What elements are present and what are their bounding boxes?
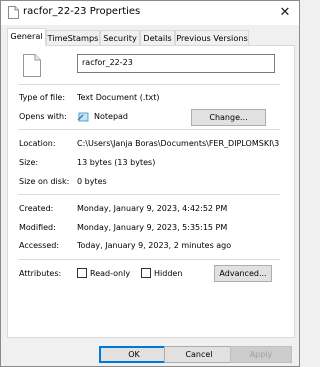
close-button[interactable]: ✕ <box>277 5 293 21</box>
file-name-input[interactable]: racfor_22-23 <box>77 54 275 73</box>
separator <box>18 84 280 85</box>
size-on-disk-label: Size on disk: <box>19 177 70 186</box>
change-button[interactable]: Change... <box>191 109 266 126</box>
opens-with-label: Opens with: <box>19 112 67 121</box>
size-value: 13 bytes (13 bytes) <box>77 158 156 167</box>
attributes-label: Attributes: <box>19 269 62 278</box>
tab-general[interactable]: General <box>7 28 46 46</box>
modified-label: Modified: <box>19 223 56 232</box>
accessed-value: Today, January 9, 2023, 2 minutes ago <box>77 241 232 250</box>
tab-previous-versions[interactable]: Previous Versions <box>175 30 249 45</box>
location-value: C:\Users\Janja Boras\Documents\FER_DIPLO… <box>77 139 280 148</box>
tab-strip: General TimeStamps Security Details Prev… <box>7 28 295 46</box>
hidden-label: Hidden <box>154 269 183 278</box>
size-label: Size: <box>19 158 39 167</box>
text-file-icon <box>8 6 19 19</box>
tab-timestamps[interactable]: TimeStamps <box>46 30 100 45</box>
window-title: racfor_22-23 Properties <box>23 6 141 17</box>
size-on-disk-value: 0 bytes <box>77 177 107 186</box>
separator <box>18 129 280 130</box>
properties-dialog: racfor_22-23 Properties ✕ General TimeSt… <box>0 0 300 367</box>
type-label: Type of file: <box>19 93 66 102</box>
advanced-button[interactable]: Advanced... <box>214 265 272 282</box>
created-value: Monday, January 9, 2023, 4:42:52 PM <box>77 204 228 213</box>
readonly-label: Read-only <box>90 269 131 278</box>
separator <box>18 194 280 195</box>
notepad-icon <box>77 112 89 122</box>
document-icon <box>23 54 41 77</box>
accessed-label: Accessed: <box>19 241 60 250</box>
tab-security[interactable]: Security <box>100 30 140 45</box>
created-label: Created: <box>19 204 54 213</box>
title-bar[interactable]: racfor_22-23 Properties ✕ <box>1 1 299 25</box>
ok-button[interactable]: OK <box>99 346 169 363</box>
tab-details[interactable]: Details <box>140 30 175 45</box>
hidden-checkbox[interactable] <box>141 268 151 278</box>
readonly-checkbox[interactable] <box>77 268 87 278</box>
type-value: Text Document (.txt) <box>77 93 160 102</box>
apply-button[interactable]: Apply <box>230 346 292 363</box>
separator <box>18 259 280 260</box>
location-label: Location: <box>19 139 56 148</box>
general-panel: racfor_22-23 Type of file: Text Document… <box>7 45 295 338</box>
opens-with-value: Notepad <box>94 112 128 121</box>
modified-value: Monday, January 9, 2023, 5:35:15 PM <box>77 223 228 232</box>
cancel-button[interactable]: Cancel <box>164 346 234 363</box>
